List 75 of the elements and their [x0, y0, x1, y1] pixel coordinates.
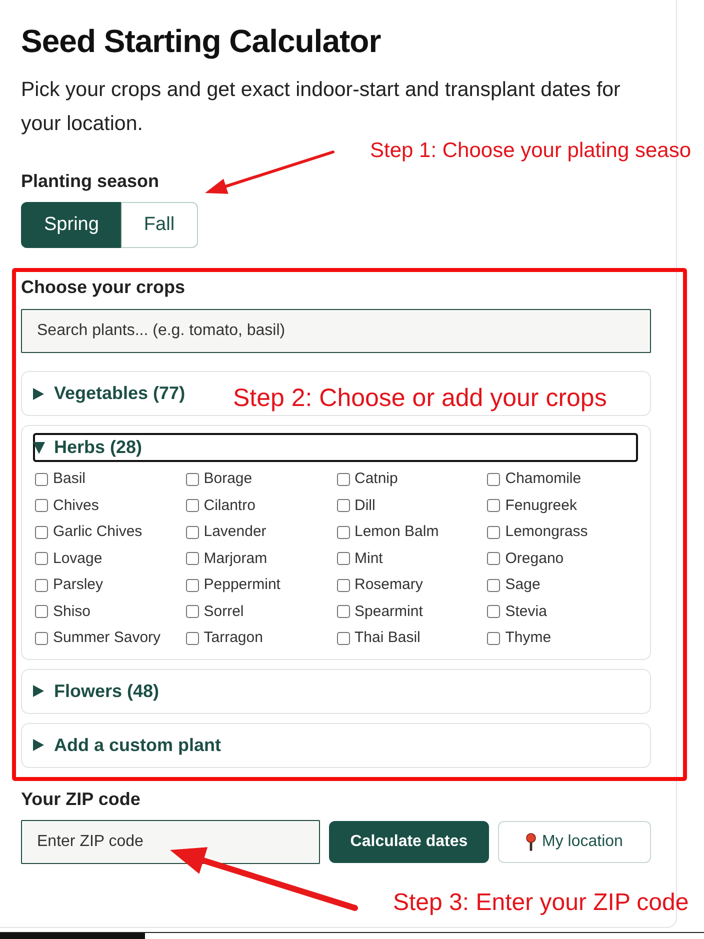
plant-checkbox[interactable]	[186, 552, 199, 566]
plant-checkbox[interactable]	[186, 632, 199, 645]
plant-label[interactable]: Peppermint	[204, 576, 280, 594]
plant-label[interactable]: Oregano	[505, 550, 564, 568]
plant-checkbox[interactable]	[186, 499, 199, 512]
plant-label[interactable]: Parsley	[53, 576, 104, 594]
category-toggle[interactable]: Add a custom plant	[33, 730, 222, 760]
plant-checkbox[interactable]	[336, 526, 350, 539]
plant-label[interactable]: Spearmint	[354, 602, 423, 621]
page-title: Seed Starting Calculator	[21, 22, 382, 60]
plant-label[interactable]: Marjoram	[204, 550, 268, 568]
plant-label[interactable]: Catnip	[354, 470, 398, 488]
plant-label[interactable]: Dill	[354, 496, 376, 515]
plant-label[interactable]: Lovage	[53, 550, 102, 568]
plant-checkbox[interactable]	[336, 552, 350, 566]
plant-checkbox[interactable]	[35, 578, 48, 592]
plant-label[interactable]: Summer Savory	[53, 629, 161, 648]
annotation-text: Step 2: Choose or add your crops	[233, 385, 607, 412]
plant-label[interactable]: Cilantro	[204, 496, 256, 515]
plant-checkbox[interactable]	[336, 472, 350, 486]
crops-label: Choose your crops	[21, 276, 186, 298]
plant-label[interactable]: Rosemary	[354, 576, 423, 594]
plant-label[interactable]: Basil	[53, 470, 86, 488]
plant-checkbox[interactable]	[487, 499, 500, 512]
plant-label[interactable]: Chamomile	[505, 470, 582, 488]
page-description: Pick your crops and get exact indoor-start and transplant dates for your location.	[21, 77, 622, 137]
plant-checkbox[interactable]	[487, 526, 500, 539]
plant-checkbox[interactable]	[186, 578, 199, 592]
season-option[interactable]: Fall	[120, 202, 198, 248]
plant-checkbox[interactable]	[186, 472, 199, 486]
plant-checkbox[interactable]	[336, 499, 350, 512]
plant-label[interactable]: Thyme	[505, 629, 552, 648]
plant-label[interactable]: Sorrel	[204, 602, 244, 621]
plant-label[interactable]: Borage	[204, 470, 252, 488]
plant-checkbox[interactable]	[487, 632, 500, 645]
plant-label[interactable]: Stevia	[505, 602, 547, 621]
calculate-button[interactable]: Calculate dates	[329, 820, 489, 862]
plant-checkbox[interactable]	[35, 552, 48, 566]
plant-checkbox[interactable]	[487, 605, 500, 618]
location-button[interactable]: My location	[498, 820, 651, 862]
plant-checkbox[interactable]	[186, 526, 199, 539]
plant-label[interactable]: Thai Basil	[354, 629, 420, 648]
plant-checkbox[interactable]	[487, 578, 500, 592]
annotation-text: Step 3: Enter your ZIP code	[393, 890, 689, 916]
plant-label[interactable]: Mint	[354, 550, 383, 568]
plant-checkbox[interactable]	[35, 632, 48, 645]
plant-label[interactable]: Shiso	[53, 602, 91, 621]
plant-label[interactable]: Sage	[505, 576, 540, 594]
plant-label[interactable]: Tarragon	[204, 629, 263, 648]
plant-label[interactable]: Lemongrass	[505, 523, 588, 542]
plant-label[interactable]: Chives	[53, 496, 99, 515]
search-field[interactable]: Search plants... (e.g. tomato, basil)	[21, 309, 651, 353]
plant-checkbox[interactable]	[487, 472, 500, 486]
plant-label[interactable]: Fenugreek	[505, 496, 577, 515]
plant-label[interactable]: Lemon Balm	[354, 523, 439, 542]
annotation-text: Step 1: Choose your plating seaso	[370, 139, 692, 162]
plant-label[interactable]: Lavender	[204, 523, 266, 542]
plant-checkbox[interactable]	[35, 472, 48, 486]
plant-checkbox[interactable]	[35, 526, 48, 539]
plant-checkbox[interactable]	[487, 552, 500, 566]
pin-icon	[526, 832, 536, 850]
plant-checkbox[interactable]	[336, 632, 350, 645]
category-toggle[interactable]: Flowers (48)	[33, 676, 160, 706]
season-label: Planting season	[21, 170, 160, 192]
plant-checkbox[interactable]	[336, 578, 350, 592]
zip-label: Your ZIP code	[21, 788, 142, 810]
category-toggle[interactable]: Vegetables (77)	[33, 379, 186, 408]
plant-checkbox[interactable]	[336, 605, 350, 618]
category-toggle[interactable]: Herbs (28)	[33, 433, 638, 462]
season-option[interactable]: Spring	[21, 202, 122, 248]
plant-label[interactable]: Garlic Chives	[53, 523, 142, 542]
plant-checkbox[interactable]	[186, 605, 199, 618]
plant-checkbox[interactable]	[35, 605, 48, 618]
plant-checkbox[interactable]	[35, 499, 48, 512]
zip-field[interactable]: Enter ZIP code	[21, 820, 320, 864]
